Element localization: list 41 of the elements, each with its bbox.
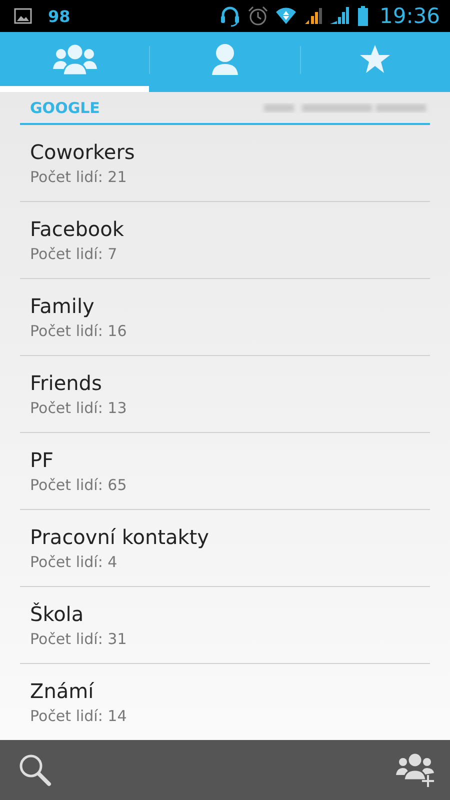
group-item[interactable]: Pracovní kontakty Počet lidí: 4: [20, 510, 430, 587]
star-icon: [359, 44, 392, 74]
group-name: Friends: [30, 371, 103, 395]
search-button[interactable]: [18, 753, 52, 787]
member-count: Počet lidí: 16: [30, 322, 128, 340]
person-icon: [210, 43, 240, 75]
group-item[interactable]: Škola Počet lidí: 31: [20, 587, 430, 664]
member-count: Počet lidí: 4: [30, 553, 118, 571]
member-count: Počet lidí: 14: [30, 707, 128, 725]
clock-time: 19:36: [379, 4, 440, 28]
image-icon: [14, 8, 32, 24]
member-count: Počet lidí: 65: [30, 476, 128, 494]
group-item[interactable]: Coworkers Počet lidí: 21: [20, 125, 430, 202]
group-name: Coworkers: [30, 140, 136, 164]
member-count: Počet lidí: 21: [30, 168, 128, 186]
account-type-label: GOOGLE: [30, 98, 100, 116]
people-group-icon: [52, 42, 98, 76]
group-item[interactable]: PF Počet lidí: 65: [20, 433, 430, 510]
group-name: Pracovní kontakty: [30, 525, 210, 549]
member-count: Počet lidí: 31: [30, 630, 128, 648]
headset-icon: [219, 5, 242, 27]
battery-icon: [357, 5, 370, 27]
group-name: Škola: [30, 602, 85, 626]
signal-icon: [329, 6, 352, 26]
add-people-icon: [396, 752, 436, 788]
group-name: Známí: [30, 679, 95, 703]
signal-icon: [303, 6, 324, 26]
group-item[interactable]: Family Počet lidí: 16: [20, 279, 430, 356]
group-name: PF: [30, 448, 55, 472]
member-count: Počet lidí: 13: [30, 399, 128, 417]
wifi-icon: [275, 6, 298, 26]
group-name: Family: [30, 294, 96, 318]
alarm-icon: [247, 5, 270, 27]
group-item[interactable]: Facebook Počet lidí: 7: [20, 202, 430, 279]
notification-count: 98: [48, 6, 70, 26]
member-count: Počet lidí: 7: [30, 245, 118, 263]
group-item[interactable]: Známí Počet lidí: 14: [20, 664, 430, 740]
search-icon: [18, 753, 52, 787]
group-name: Facebook: [30, 217, 125, 241]
add-group-button[interactable]: [396, 752, 436, 788]
group-item[interactable]: Friends Počet lidí: 13: [20, 356, 430, 433]
